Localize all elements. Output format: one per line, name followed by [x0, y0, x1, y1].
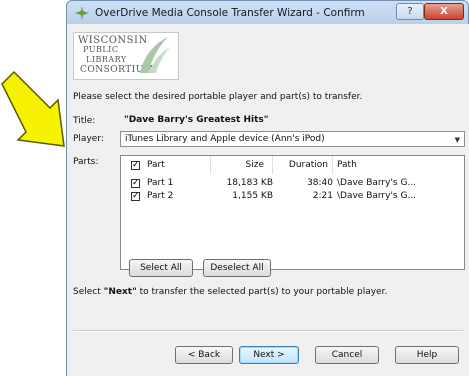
next-hint-after: to transfer the selected part(s) to your…: [136, 287, 388, 297]
next-hint-bold: "Next": [103, 287, 137, 297]
chevron-down-icon[interactable]: ▼: [455, 136, 460, 144]
consortium-logo: WISCONSIN PUBLIC LIBRARY CONSORTIUM: [73, 32, 179, 80]
column-header-size[interactable]: Size: [211, 156, 273, 174]
parts-list: ✓ Part Size Duration Path ✓ Part 1 18,18…: [120, 155, 465, 270]
part-path: \Dave Barry's G...: [337, 191, 417, 201]
part-duration: 2:21: [312, 191, 333, 201]
player-label: Player:: [73, 134, 104, 144]
part-duration: 38:40: [307, 178, 333, 188]
parts-label: Parts:: [73, 157, 99, 167]
table-row[interactable]: ✓ Part 2 1,155 KB 2:21 \Dave Barry's G..…: [121, 190, 464, 203]
header-checkbox[interactable]: ✓: [131, 161, 140, 170]
footer-divider: [73, 330, 463, 332]
deselect-all-button[interactable]: Deselect All: [203, 259, 271, 277]
column-header-duration-label: Duration: [288, 160, 328, 170]
column-header-path-label: Path: [337, 160, 357, 170]
next-button[interactable]: Next >: [239, 346, 299, 364]
cancel-button[interactable]: Cancel: [315, 346, 379, 364]
logo-line-3: LIBRARY: [86, 55, 127, 64]
column-header-part[interactable]: ✓ Part: [121, 156, 211, 174]
titlebar-help-button[interactable]: ?: [396, 3, 424, 20]
table-row[interactable]: ✓ Part 1 18,183 KB 38:40 \Dave Barry's G…: [121, 177, 464, 190]
title-value: "Dave Barry's Greatest Hits": [124, 115, 269, 125]
part-size: 1,155 KB: [232, 191, 273, 201]
part-name: Part 1: [147, 178, 174, 188]
column-header-part-label: Part: [147, 160, 165, 170]
leaf-logo-icon: [140, 37, 170, 73]
dialog-body: WISCONSIN PUBLIC LIBRARY CONSORTIUM Plea…: [66, 24, 469, 376]
player-selected-value: iTunes Library and Apple device (Ann's i…: [125, 134, 325, 144]
overdrive-app-icon: [75, 6, 89, 20]
title-label: Title:: [73, 116, 96, 126]
next-hint-text: Select "Next" to transfer the selected p…: [73, 287, 387, 297]
part-checkbox[interactable]: ✓: [131, 192, 140, 201]
logo-line-2: PUBLIC: [83, 45, 119, 54]
transfer-wizard-window: OverDrive Media Console Transfer Wizard …: [66, 0, 469, 376]
select-all-button[interactable]: Select All: [129, 259, 193, 277]
close-button[interactable]: X: [424, 3, 464, 20]
player-dropdown[interactable]: iTunes Library and Apple device (Ann's i…: [120, 131, 465, 147]
part-size: 18,183 KB: [226, 178, 273, 188]
instruction-text: Please select the desired portable playe…: [73, 92, 363, 102]
part-name: Part 2: [147, 191, 174, 201]
column-header-duration[interactable]: Duration: [273, 156, 333, 174]
column-header-size-label: Size: [245, 160, 264, 170]
column-header-path[interactable]: Path: [333, 156, 464, 174]
window-title: OverDrive Media Console Transfer Wizard …: [95, 7, 365, 19]
part-path: \Dave Barry's G...: [337, 178, 417, 188]
title-bar[interactable]: OverDrive Media Console Transfer Wizard …: [66, 0, 469, 24]
back-button[interactable]: < Back: [175, 346, 233, 364]
part-checkbox[interactable]: ✓: [131, 179, 140, 188]
next-hint-before: Select: [73, 287, 104, 297]
help-button[interactable]: Help: [395, 346, 459, 364]
